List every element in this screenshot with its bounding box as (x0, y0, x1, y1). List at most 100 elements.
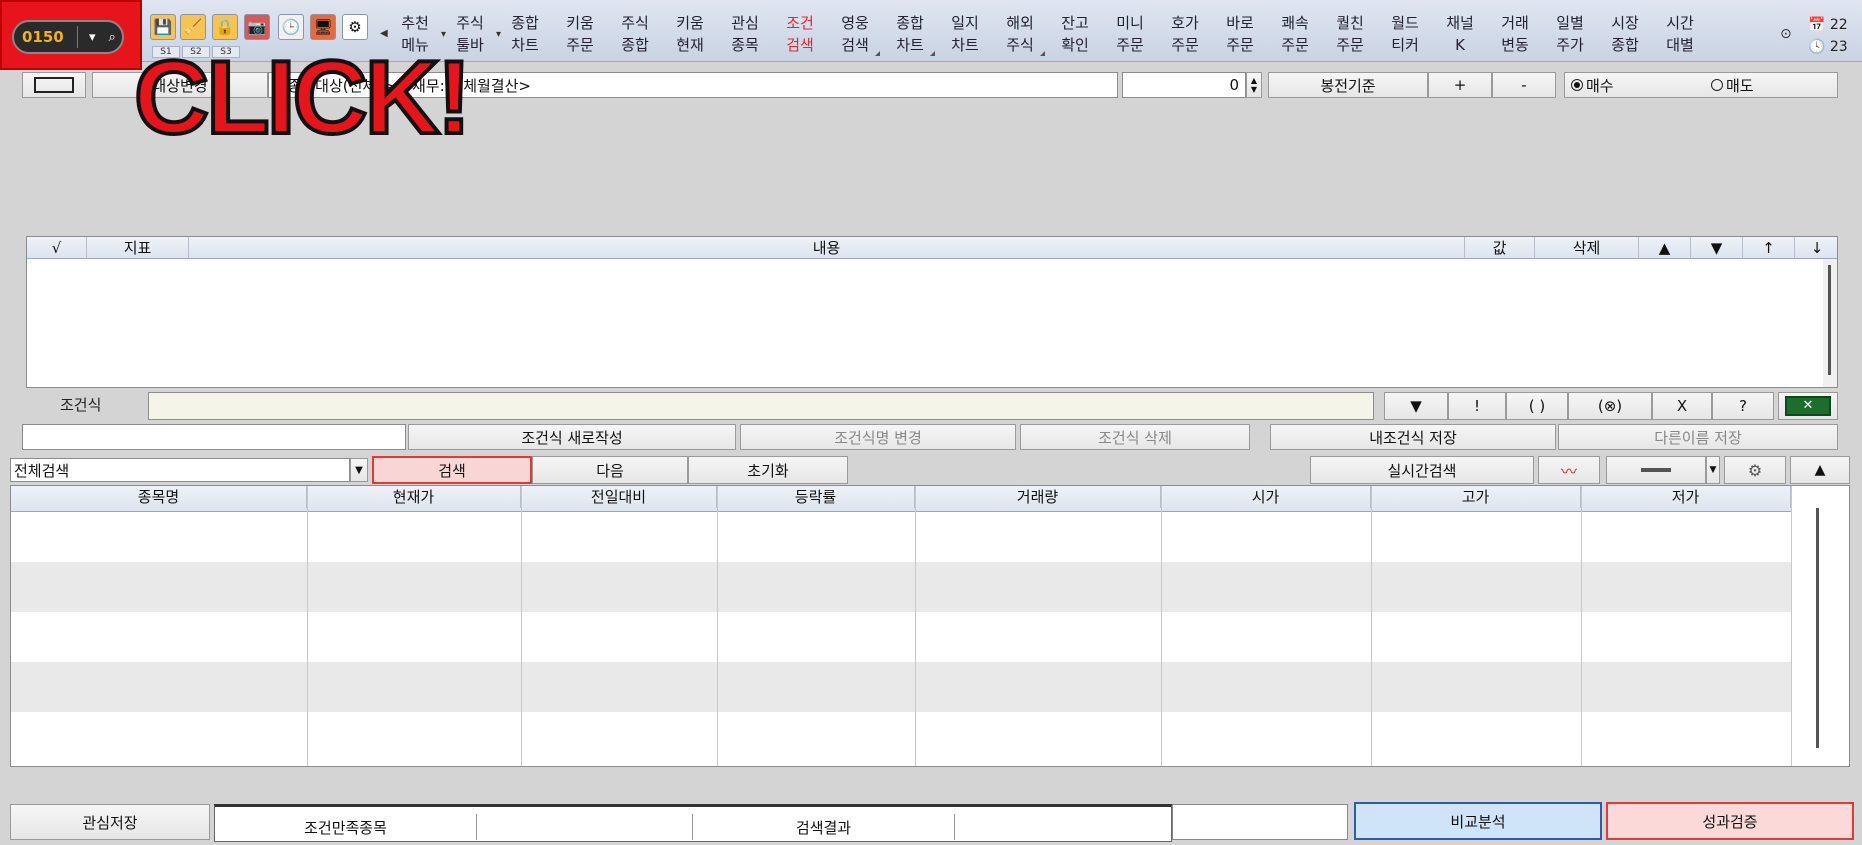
op-not-button[interactable]: ! (1448, 392, 1506, 420)
code-dropdown-icon[interactable]: ▾ (82, 30, 102, 45)
buy-radio[interactable]: 매수 (1571, 75, 1711, 96)
menu-item-19[interactable]: 채널 K (1433, 12, 1487, 58)
line-style-select[interactable] (1606, 456, 1706, 484)
delete-condition-button[interactable]: 조건식 삭제 (1020, 424, 1250, 450)
menu-item-4[interactable]: 주식 종합 (608, 12, 662, 58)
move-up-button[interactable]: ↑ (1743, 237, 1795, 259)
menu-item-11[interactable]: 해외 주식 (993, 12, 1047, 58)
realtime-search-button[interactable]: 실시간검색 (1310, 456, 1534, 484)
clock-icon-button[interactable]: 🕒 (278, 14, 304, 40)
monitor-icon-button[interactable]: 🖥 (310, 14, 336, 40)
panel-toggle-button[interactable] (22, 72, 86, 98)
table-row[interactable] (11, 512, 1791, 562)
candle-basis-button[interactable]: 봉전기준 (1268, 72, 1428, 98)
table-row[interactable] (11, 712, 1791, 762)
menu-item-23[interactable]: 시간 대별 (1653, 12, 1707, 58)
menu-item-3[interactable]: 키움 주문 (553, 12, 607, 58)
reset-button[interactable]: 초기화 (688, 456, 848, 484)
chart-toggle-button[interactable]: 〰 (1538, 456, 1600, 484)
code-value[interactable]: 0150 (22, 28, 73, 46)
menu-item-21[interactable]: 일별 주가 (1543, 12, 1597, 58)
compare-analysis-button[interactable]: 비교분석 (1354, 802, 1602, 840)
save-as-button[interactable]: 다른이름 저장 (1558, 424, 1838, 450)
op-paren-button[interactable]: ( ) (1506, 392, 1568, 420)
quantity-stepper[interactable]: ▲ ▼ (1246, 72, 1262, 98)
op-xor-button[interactable]: (⊗) (1568, 392, 1652, 420)
line-style-dropdown-icon[interactable]: ▼ (1706, 456, 1720, 484)
search-scope-value[interactable]: 전체검색 (14, 460, 69, 481)
col-delete[interactable]: 삭제 (1535, 237, 1639, 259)
menu-item-20[interactable]: 거래 변동 (1488, 12, 1542, 58)
col-open[interactable]: 시가 (1161, 486, 1371, 508)
minus-button[interactable]: - (1492, 72, 1556, 98)
menu-item-5[interactable]: 키움 현재 (663, 12, 717, 58)
menu-scroll-left-icon[interactable]: ◀ (380, 28, 388, 39)
condition-name-input[interactable] (22, 424, 406, 450)
buy-radio-icon[interactable] (1571, 79, 1583, 91)
indicator-scroll-thumb[interactable] (1828, 265, 1831, 375)
gear-icon-button[interactable]: ⚙ (342, 14, 368, 40)
col-indicator[interactable]: 지표 (87, 237, 189, 259)
save-condition-button[interactable]: 내조건식 저장 (1270, 424, 1556, 450)
col-volume[interactable]: 거래량 (915, 486, 1161, 508)
table-row[interactable] (11, 562, 1791, 612)
broom-icon-button[interactable]: 🧹 (180, 14, 206, 40)
menu-expand-icon[interactable]: ⊙ (1780, 26, 1792, 42)
excel-button[interactable]: ✕ (1778, 392, 1838, 420)
save-icon-button[interactable]: 💾 (150, 14, 176, 40)
stepper-down-icon[interactable]: ▼ (1251, 85, 1257, 94)
menu-item-12[interactable]: 잔고 확인 (1048, 12, 1102, 58)
col-low[interactable]: 저가 (1581, 486, 1791, 508)
sell-radio-icon[interactable] (1711, 79, 1723, 91)
new-condition-button[interactable]: 조건식 새로작성 (408, 424, 736, 450)
indicator-scrollbar[interactable] (1823, 259, 1837, 387)
watchlist-save-button[interactable]: 관심저장 (10, 804, 210, 840)
camera-icon-button[interactable]: 📷 (244, 14, 270, 40)
col-value[interactable]: 값 (1465, 237, 1535, 259)
plus-button[interactable]: + (1428, 72, 1492, 98)
col-stock-name[interactable]: 종목명 (11, 486, 307, 508)
op-dropdown-button[interactable]: ▼ (1384, 392, 1448, 420)
results-scroll-thumb[interactable] (1816, 508, 1819, 748)
col-content[interactable]: 내용 (189, 237, 1465, 259)
menu-item-10[interactable]: 일지 차트 (938, 12, 992, 58)
tab-empty-2[interactable] (955, 814, 1169, 840)
move-top-button[interactable]: ▲ (1639, 237, 1691, 259)
stepper-up-icon[interactable]: ▲ (1251, 76, 1257, 85)
table-row[interactable] (11, 612, 1791, 662)
menu-item-17[interactable]: 퀄친 주문 (1323, 12, 1377, 58)
col-current-price[interactable]: 현재가 (307, 486, 521, 508)
menu-item-2[interactable]: 종합 차트 (498, 12, 552, 58)
menu-item-18[interactable]: 월드 티커 (1378, 12, 1432, 58)
menu-item-7[interactable]: 조건 검색 (773, 12, 827, 58)
move-bottom-button[interactable]: ▼ (1691, 237, 1743, 259)
lock-icon-button[interactable]: 🔒 (212, 14, 238, 40)
op-help-button[interactable]: ? (1712, 392, 1774, 420)
rename-condition-button[interactable]: 조건식명 변경 (740, 424, 1016, 450)
next-button[interactable]: 다음 (532, 456, 688, 484)
formula-input[interactable] (148, 392, 1374, 420)
col-change-rate[interactable]: 등락률 (717, 486, 915, 508)
col-high[interactable]: 고가 (1371, 486, 1581, 508)
results-scrollbar[interactable] (1811, 490, 1825, 762)
search-scope-select[interactable]: 전체검색 (10, 458, 350, 482)
tab-satisfied-stocks[interactable]: 조건만족종목 (215, 814, 477, 840)
code-search-icon[interactable]: ⌕ (102, 30, 122, 45)
menu-item-13[interactable]: 미니 주문 (1103, 12, 1157, 58)
tab-search-result[interactable]: 검색결과 (693, 814, 955, 840)
collapse-up-button[interactable]: ▲ (1790, 456, 1850, 484)
table-row[interactable] (11, 662, 1791, 712)
quantity-value[interactable]: 0 (1229, 76, 1239, 94)
menu-item-9[interactable]: 종합 차트 (883, 12, 937, 58)
menu-item-8[interactable]: 영웅 검색 (828, 12, 882, 58)
menu-item-6[interactable]: 관심 종목 (718, 12, 772, 58)
code-selector[interactable]: 0150 ▾ ⌕ (12, 20, 124, 54)
col-change[interactable]: 전일대비 (521, 486, 717, 508)
menu-item-22[interactable]: 시장 종합 (1598, 12, 1652, 58)
search-button[interactable]: 검색 (372, 456, 532, 484)
menu-item-15[interactable]: 바로 주문 (1213, 12, 1267, 58)
search-scope-dropdown-icon[interactable]: ▼ (350, 458, 368, 482)
tab-empty-1[interactable] (477, 814, 693, 840)
settings-button[interactable]: ⚙ (1724, 456, 1786, 484)
op-x-button[interactable]: X (1652, 392, 1712, 420)
